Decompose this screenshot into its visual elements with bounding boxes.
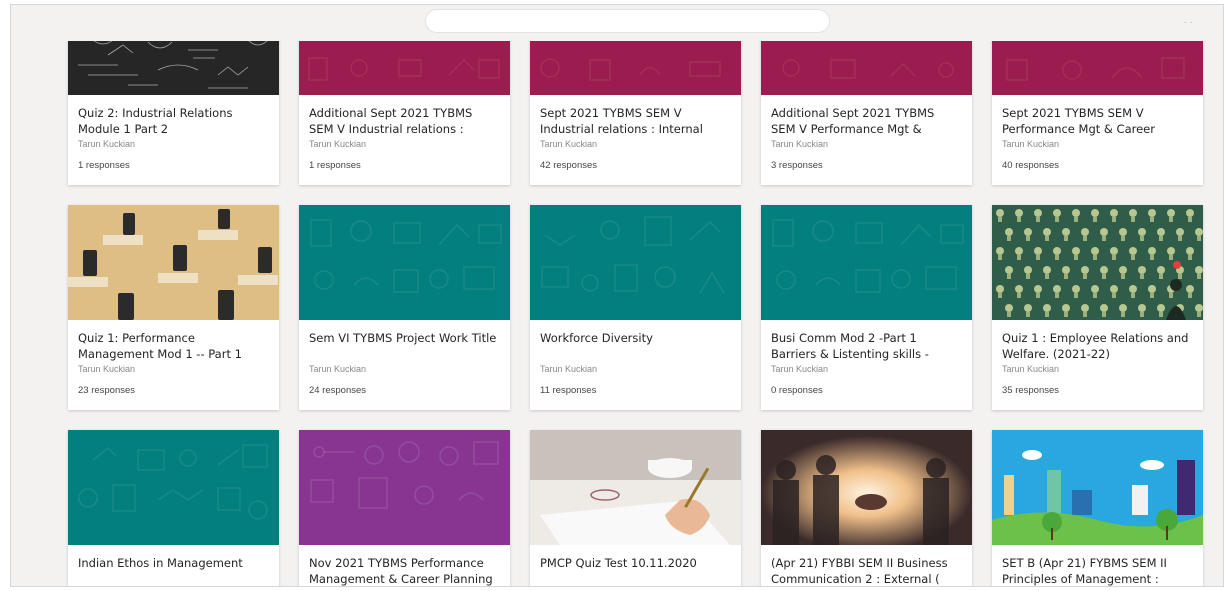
form-responses: 3 responses xyxy=(771,160,823,171)
handshake-thumbnail xyxy=(761,430,972,545)
form-title[interactable]: Sept 2021 TYBMS SEM V Performance Mgt & … xyxy=(1002,105,1193,137)
form-title[interactable]: Busi Comm Mod 2 -Part 1 Barriers & Liste… xyxy=(771,330,962,362)
form-card[interactable]: Busi Comm Mod 2 -Part 1 Barriers & Liste… xyxy=(761,205,972,410)
form-title[interactable]: Additional Sept 2021 TYBMS SEM V Perform… xyxy=(771,105,962,137)
form-title[interactable]: Sem VI TYBMS Project Work Title xyxy=(309,330,500,362)
writing-thumbnail xyxy=(530,430,741,545)
teal-pattern-thumbnail xyxy=(530,205,741,320)
top-bar: · · xyxy=(11,5,1223,41)
form-card[interactable]: SET B (Apr 21) FYBMS SEM II Principles o… xyxy=(992,430,1203,586)
form-owner: Tarun Kuckian xyxy=(309,139,367,149)
form-owner: Tarun Kuckian xyxy=(78,139,136,149)
form-owner: Tarun Kuckian xyxy=(771,364,829,374)
purple-pattern-thumbnail xyxy=(299,430,510,545)
form-title[interactable]: PMCP Quiz Test 10.11.2020 xyxy=(540,555,731,586)
form-card[interactable]: Workforce Diversity Tarun Kuckian 11 res… xyxy=(530,205,741,410)
form-title[interactable]: Quiz 1: Performance Management Mod 1 -- … xyxy=(78,330,269,362)
form-title[interactable]: SET B (Apr 21) FYBMS SEM II Principles o… xyxy=(1002,555,1193,586)
form-responses: 23 responses xyxy=(78,385,136,396)
form-title[interactable]: Indian Ethos in Management xyxy=(78,555,269,586)
form-responses: 35 responses xyxy=(1002,385,1060,396)
form-title[interactable]: Nov 2021 TYBMS Performance Management & … xyxy=(309,555,500,586)
search-box[interactable] xyxy=(425,9,830,33)
form-card[interactable]: Quiz 1 : Employee Relations and Welfare.… xyxy=(992,205,1203,410)
form-owner: Tarun Kuckian xyxy=(78,364,136,374)
more-icon[interactable]: · · xyxy=(1184,17,1193,28)
form-responses: 1 responses xyxy=(309,160,361,171)
form-responses: 1 responses xyxy=(78,160,130,171)
form-card[interactable]: (Apr 21) FYBBI SEM II Business Communica… xyxy=(761,430,972,586)
lightbulbs-thumbnail xyxy=(992,205,1203,320)
form-responses: 40 responses xyxy=(1002,160,1060,171)
form-card[interactable]: Quiz 1: Performance Management Mod 1 -- … xyxy=(68,205,279,410)
form-owner: Tarun Kuckian xyxy=(540,364,598,374)
form-responses: 42 responses xyxy=(540,160,598,171)
forms-grid: Quiz 2: Industrial Relations Module 1 Pa… xyxy=(68,5,1203,586)
form-owner: Tarun Kuckian xyxy=(1002,139,1060,149)
form-card[interactable]: Nov 2021 TYBMS Performance Management & … xyxy=(299,430,510,586)
city-thumbnail xyxy=(992,430,1203,545)
form-title[interactable]: Quiz 1 : Employee Relations and Welfare.… xyxy=(1002,330,1193,362)
form-responses: 0 responses xyxy=(771,385,823,396)
form-card[interactable]: Indian Ethos in Management xyxy=(68,430,279,586)
form-card[interactable]: Sem VI TYBMS Project Work Title Tarun Ku… xyxy=(299,205,510,410)
form-owner: Tarun Kuckian xyxy=(771,139,829,149)
form-title[interactable]: Quiz 2: Industrial Relations Module 1 Pa… xyxy=(78,105,269,137)
form-title[interactable]: Workforce Diversity xyxy=(540,330,731,362)
form-title[interactable]: (Apr 21) FYBBI SEM II Business Communica… xyxy=(771,555,962,586)
form-owner: Tarun Kuckian xyxy=(1002,364,1060,374)
form-card[interactable]: PMCP Quiz Test 10.11.2020 xyxy=(530,430,741,586)
teal-pattern-thumbnail xyxy=(68,430,279,545)
forms-window: · · Quiz 2: Industrial Relations Module … xyxy=(10,4,1224,587)
form-title[interactable]: Sept 2021 TYBMS SEM V Industrial relatio… xyxy=(540,105,731,137)
form-title[interactable]: Additional Sept 2021 TYBMS SEM V Industr… xyxy=(309,105,500,137)
exam-hall-thumbnail xyxy=(68,205,279,320)
form-responses: 11 responses xyxy=(540,385,597,396)
teal-pattern-thumbnail xyxy=(761,205,972,320)
form-responses: 24 responses xyxy=(309,385,367,396)
form-owner: Tarun Kuckian xyxy=(309,364,367,374)
form-owner: Tarun Kuckian xyxy=(540,139,598,149)
teal-pattern-thumbnail xyxy=(299,205,510,320)
